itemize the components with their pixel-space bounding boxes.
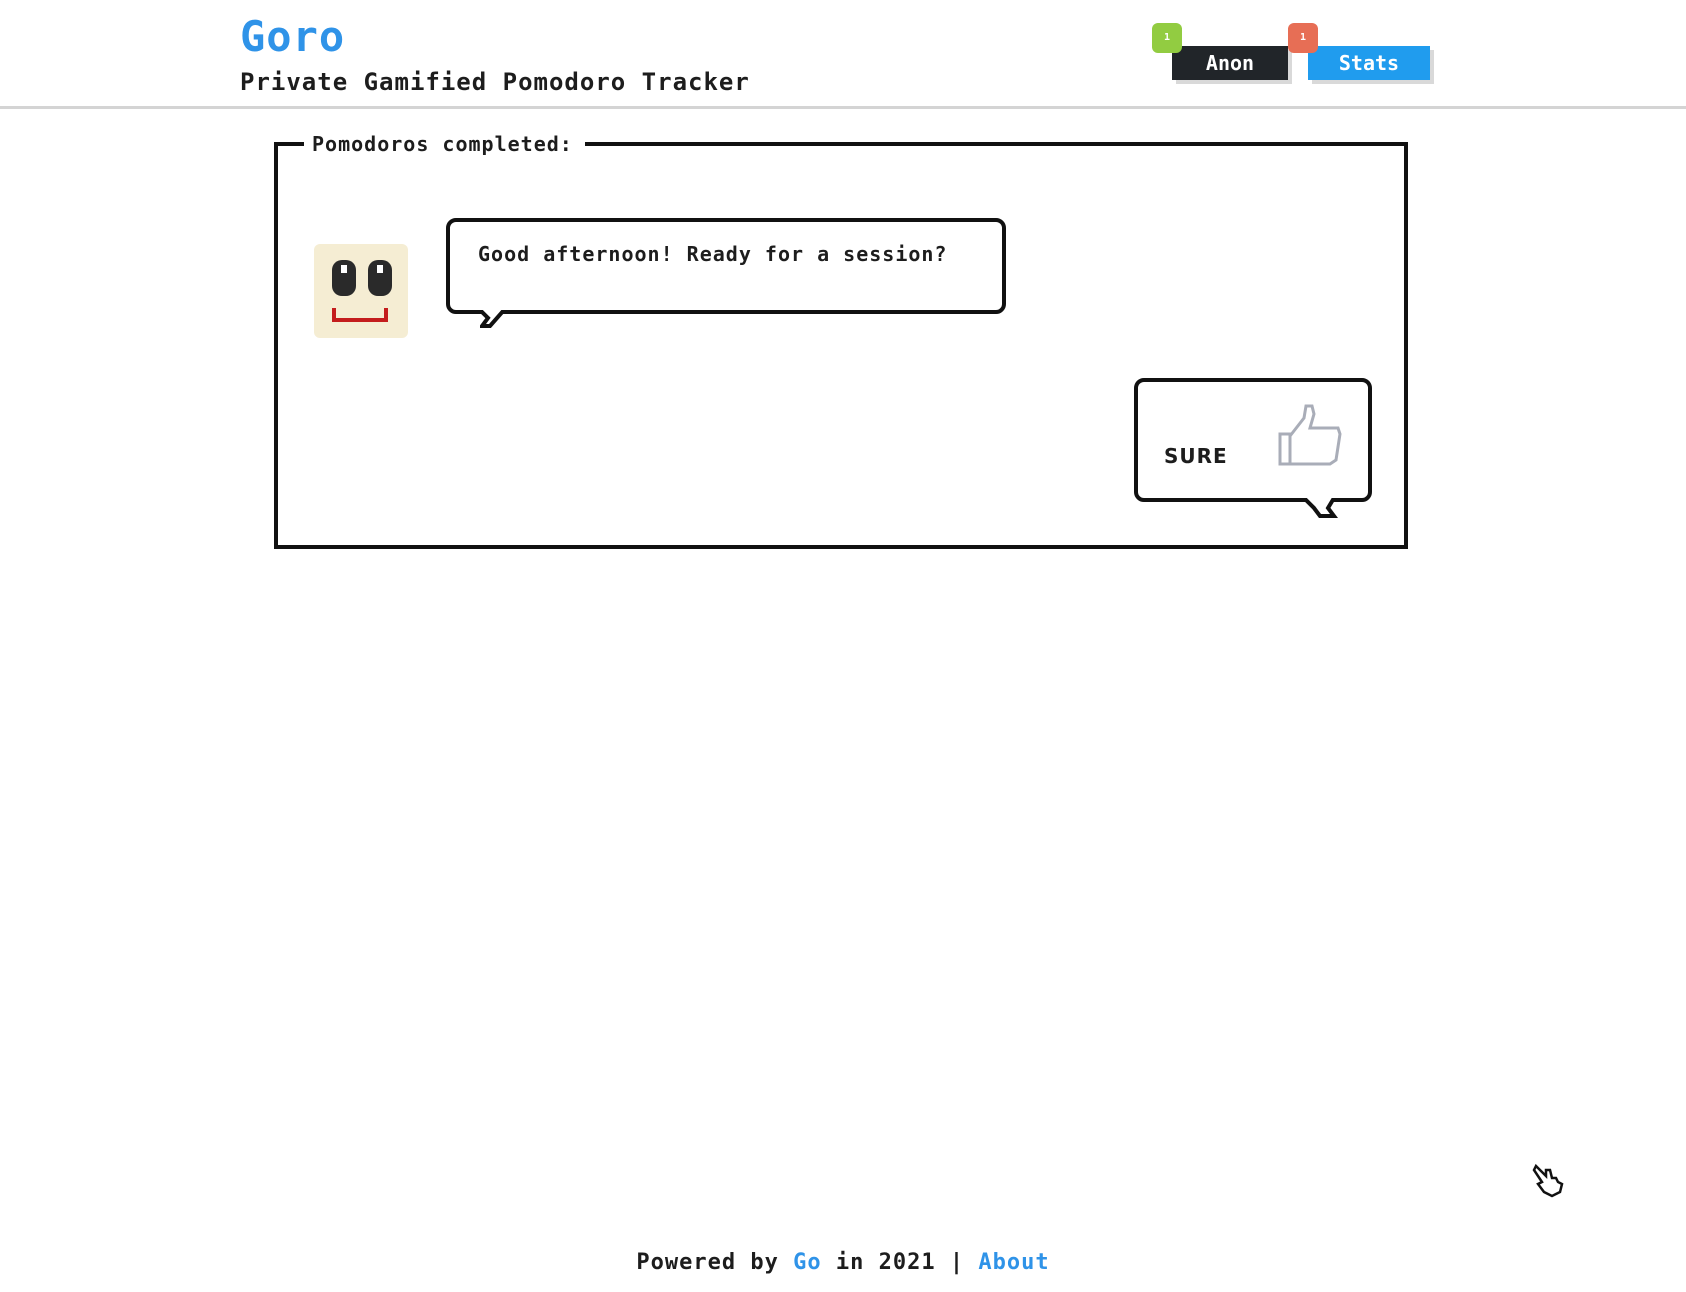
app-subtitle: Private Gamified Pomodoro Tracker (240, 68, 750, 96)
avatar-left-eye (332, 260, 356, 296)
stats-notification-badge: 1 (1288, 23, 1318, 53)
footer-powered-by: Powered by (636, 1250, 779, 1275)
footer-separator: | (949, 1250, 965, 1275)
thumbs-up-icon (1278, 404, 1342, 466)
speech-bubble-tail-icon (480, 310, 506, 328)
sure-reply-button[interactable]: SURE (1134, 378, 1372, 518)
avatar-mouth (332, 308, 388, 322)
smiley-face-icon (314, 244, 408, 338)
header: Goro Private Gamified Pomodoro Tracker A… (0, 0, 1686, 109)
anon-user-button[interactable]: Anon (1172, 46, 1288, 80)
hand-cursor-icon (1532, 1163, 1564, 1198)
footer: Powered by Go in 2021 | About (0, 1250, 1686, 1275)
footer-year: in 2021 (835, 1250, 936, 1275)
stats-button[interactable]: Stats (1308, 46, 1430, 80)
go-link[interactable]: Go (793, 1250, 822, 1275)
anon-notification-badge: 1 (1152, 23, 1182, 53)
greeting-text: Good afternoon! Ready for a session? (478, 242, 948, 266)
reply-bubble-tail-icon (1304, 498, 1338, 518)
sure-label: SURE (1164, 444, 1228, 468)
pomodoro-panel: Pomodoros completed: Good afternoon! Rea… (274, 132, 1408, 549)
avatar-right-eye (368, 260, 392, 296)
app-title[interactable]: Goro (240, 12, 345, 61)
about-link[interactable]: About (978, 1250, 1049, 1275)
greeting-speech-bubble: Good afternoon! Ready for a session? (446, 218, 1006, 328)
panel-title: Pomodoros completed: (304, 132, 585, 156)
